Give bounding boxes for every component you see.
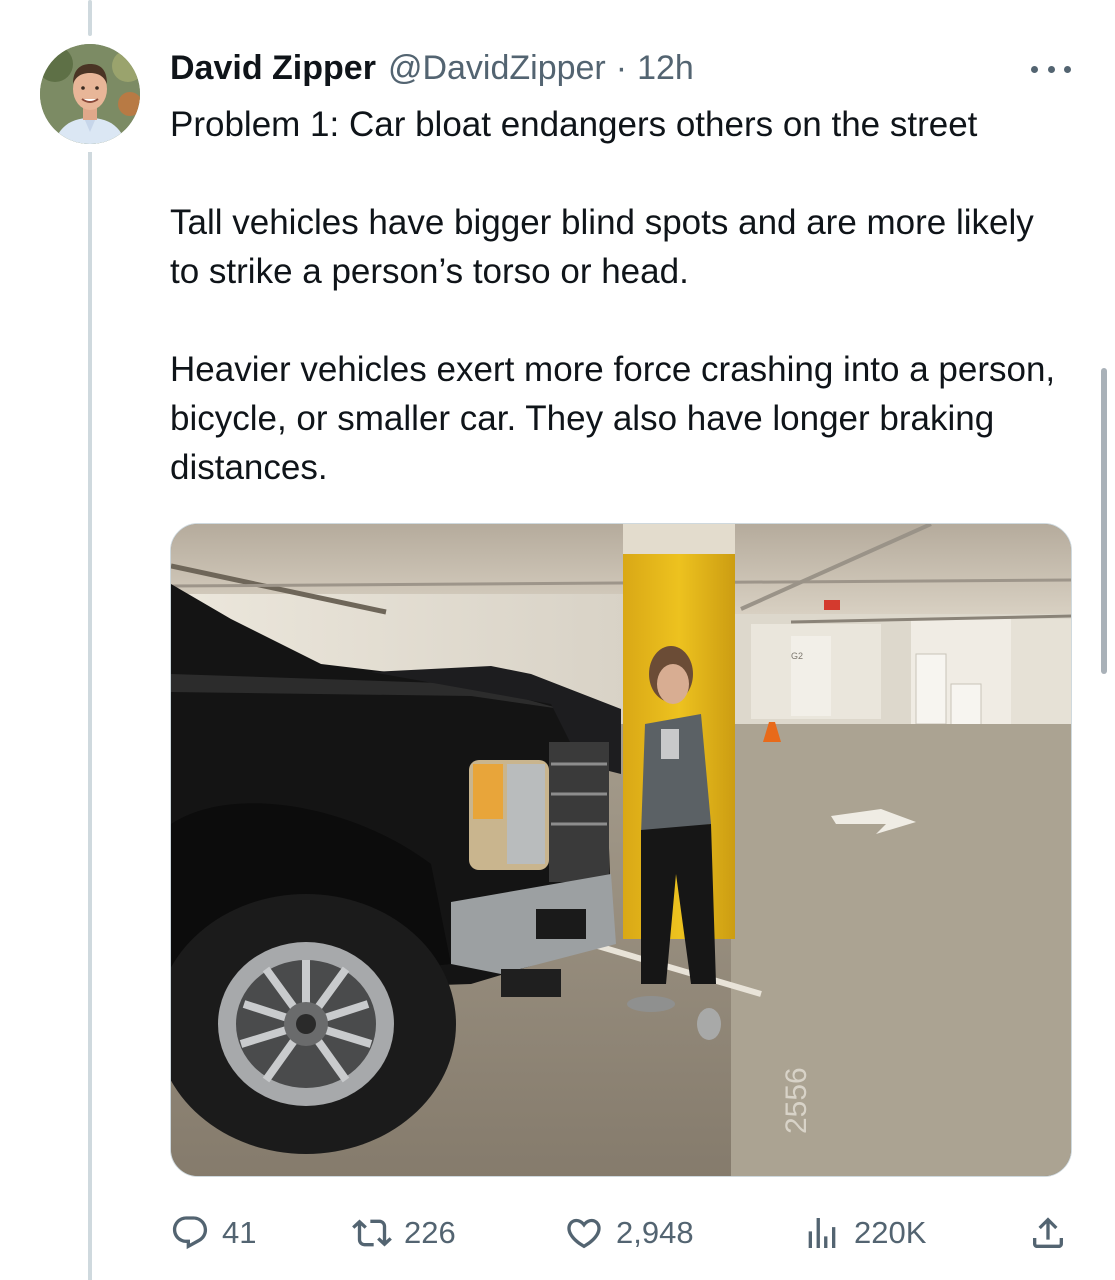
heart-icon: [567, 1218, 601, 1249]
like-button[interactable]: 2,948: [564, 1206, 694, 1260]
share-button[interactable]: [1028, 1206, 1068, 1260]
tweet-paragraph: Tall vehicles have bigger blind spots an…: [170, 203, 1034, 291]
tweet-header: David Zipper @DavidZipper · 12h: [170, 46, 1075, 90]
tweet-actions: 41 226 2,948 220K: [170, 1206, 1072, 1260]
tweet-page: David Zipper @DavidZipper · 12h Problem …: [0, 0, 1115, 1280]
stall-number: 2556: [780, 1067, 813, 1134]
more-options-button[interactable]: [1031, 54, 1071, 84]
header-separator: ·: [615, 48, 628, 87]
scrollbar-thumb[interactable]: [1101, 368, 1107, 674]
author-handle[interactable]: @DavidZipper: [388, 49, 606, 88]
more-dot: [1064, 65, 1071, 73]
views-button[interactable]: 220K: [802, 1206, 926, 1260]
more-horizontal-icon: [1031, 65, 1038, 73]
tweet-text: Problem 1: Car bloat endangers others on…: [170, 100, 1070, 492]
tweet-photo[interactable]: 2556 G2: [170, 523, 1072, 1177]
parking-garage-photo: 2556 G2: [171, 524, 1071, 1176]
post-timestamp[interactable]: 12h: [637, 49, 694, 88]
garage-level-sign: G2: [791, 651, 803, 661]
repost-button[interactable]: 226: [352, 1206, 456, 1260]
views-chart-icon: [808, 1218, 836, 1248]
view-count: 220K: [854, 1215, 927, 1250]
avatar-image: [40, 44, 140, 144]
reply-icon: [172, 1216, 208, 1250]
tweet-paragraph: Heavier vehicles exert more force crashi…: [170, 350, 1056, 487]
share-icon: [1033, 1217, 1063, 1248]
author-display-name[interactable]: David Zipper: [170, 49, 376, 88]
repost-icon: [352, 1219, 392, 1247]
tweet-paragraph: Problem 1: Car bloat endangers others on…: [170, 105, 978, 144]
repost-count: 226: [404, 1215, 456, 1250]
reply-count: 41: [222, 1215, 257, 1250]
like-count: 2,948: [616, 1215, 694, 1250]
thread-line: [88, 152, 92, 1280]
reply-button[interactable]: 41: [170, 1206, 256, 1260]
avatar[interactable]: [40, 44, 140, 144]
thread-line-top: [88, 0, 92, 36]
more-dot: [1047, 65, 1055, 73]
